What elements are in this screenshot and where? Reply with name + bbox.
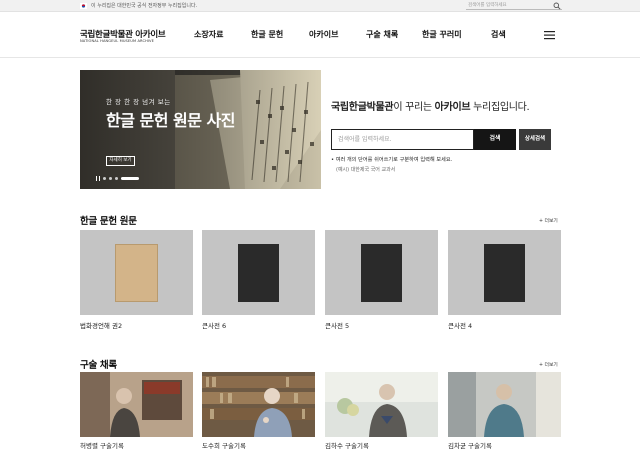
main-search-input[interactable] (331, 129, 474, 150)
document-card-label[interactable]: 큰사전 4 (448, 320, 472, 330)
hero-subtitle: 한 장 한 장 넘겨 보는 (106, 98, 171, 106)
interview-photo (448, 372, 561, 437)
oral-history-photo[interactable] (448, 372, 561, 437)
documents-more-link[interactable]: + 더보기 (539, 217, 558, 224)
slider-controls (96, 175, 139, 181)
intro-museum: 국립한글박물관 (331, 102, 394, 113)
nav-archive[interactable]: 아카이브 (309, 29, 338, 40)
oral-history-section-title: 구술 채록 (80, 360, 117, 371)
slide-dot[interactable] (103, 176, 106, 180)
hero-more-button[interactable]: 자세히 보기 (106, 156, 135, 166)
book-cover (484, 244, 525, 302)
book-cover (238, 244, 279, 302)
nav-documents[interactable]: 한글 문헌 (251, 29, 283, 40)
nav-oral-history[interactable]: 구술 채록 (366, 29, 398, 40)
slide-dot[interactable] (109, 176, 112, 180)
interview-photo (202, 372, 315, 437)
search-example: (예시) 대한제국 국어 교과서 (336, 167, 396, 173)
nav-search[interactable]: 검색 (491, 29, 506, 40)
documents-section-title: 한글 문헌 원문 (80, 216, 137, 227)
intro-text-2: 누리집입니다. (470, 102, 530, 113)
oral-history-photo[interactable] (325, 372, 438, 437)
intro-archive: 아카이브 (434, 102, 471, 113)
government-banner: 이 누리집은 대한민국 공식 전자정부 누리집입니다. 검색어를 입력하세요 (0, 0, 640, 12)
hamburger-menu-icon[interactable] (544, 30, 555, 40)
gov-notice: 이 누리집은 대한민국 공식 전자정부 누리집입니다. (91, 3, 198, 9)
top-search-input[interactable]: 검색어를 입력하세요 (466, 2, 562, 10)
slide-dot-active[interactable] (121, 176, 139, 180)
interview-photo (80, 372, 193, 437)
document-card-label[interactable]: 큰사전 5 (325, 320, 349, 330)
interview-photo (325, 372, 438, 437)
book-cover (115, 244, 158, 302)
pause-icon[interactable] (96, 175, 100, 181)
intro-text-1: 이 꾸리는 (393, 102, 435, 113)
nav-bundle[interactable]: 한글 꾸러미 (422, 29, 462, 40)
slide-dot[interactable] (115, 176, 118, 180)
site-header: 국립한글박물관 아카이브 NATIONAL HANGEUL MUSEUM ARC… (0, 12, 640, 58)
advanced-search-button[interactable]: 상세검색 (519, 129, 551, 150)
oral-history-photo[interactable] (202, 372, 315, 437)
oral-history-label[interactable]: 김차균 구술기록 (448, 440, 492, 450)
nav-collection[interactable]: 소장자료 (194, 29, 223, 40)
taegukgi-flag-icon (80, 3, 87, 9)
oral-history-photo[interactable] (80, 372, 193, 437)
search-icon[interactable] (553, 2, 561, 10)
oral-history-label[interactable]: 도수희 구술기록 (202, 440, 246, 450)
document-card-image[interactable] (448, 230, 561, 315)
document-card-image[interactable] (202, 230, 315, 315)
search-button[interactable]: 검색 (474, 129, 516, 150)
book-cover (361, 244, 402, 302)
site-logo-subtitle: NATIONAL HANGEUL MUSEUM ARCHIVE (80, 39, 154, 43)
document-card-image[interactable] (80, 230, 193, 315)
document-card-label[interactable]: 큰사전 6 (202, 320, 226, 330)
archive-intro: 국립한글박물관이 꾸리는 아카이브 누리집입니다. (331, 98, 530, 113)
search-tip: • 여러 개의 단어를 쉬어쓰기로 구분하여 입력해 보세요. (331, 157, 453, 163)
oral-history-label[interactable]: 허병렬 구술기록 (80, 440, 124, 450)
hero-title: 한글 문헌 원문 사진 (106, 111, 235, 130)
oral-history-more-link[interactable]: + 더보기 (539, 361, 558, 368)
oral-history-label[interactable]: 김하수 구술기록 (325, 440, 369, 450)
document-card-label[interactable]: 법화경언해 권2 (80, 320, 122, 330)
document-card-image[interactable] (325, 230, 438, 315)
